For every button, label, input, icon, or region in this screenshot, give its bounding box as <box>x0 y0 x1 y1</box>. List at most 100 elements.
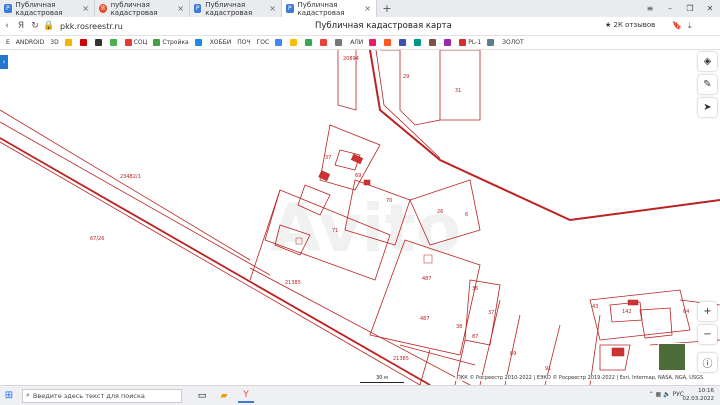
svg-text:87: 87 <box>472 334 478 340</box>
layers-button[interactable]: ◈ <box>698 52 717 71</box>
bookmark-item[interactable]: Стройка <box>153 39 189 46</box>
layers-icon: ◈ <box>703 56 712 67</box>
bookmark-item[interactable]: PL-1 <box>459 39 481 46</box>
tab-4-active[interactable]: P Публичная кадастровая × <box>282 0 377 17</box>
volume-icon[interactable]: 🔈 <box>663 391 670 398</box>
bookmark-item[interactable]: ЗОЛОТ <box>502 39 523 46</box>
rosreestr-icon: P <box>194 4 202 13</box>
bookmark-icon-item[interactable] <box>444 39 453 46</box>
page-title: Публичная кадастровая карта <box>315 21 452 31</box>
bookmark-icon-item[interactable] <box>384 39 393 46</box>
bookmark-icon-item[interactable] <box>399 39 408 46</box>
close-icon[interactable]: × <box>269 4 276 13</box>
tab-label: публичная кадастровая <box>110 0 158 17</box>
bookmark-icon-item[interactable] <box>79 39 89 46</box>
bookmark-icon-item[interactable] <box>369 39 378 46</box>
rosreestr-icon: P <box>286 4 294 13</box>
svg-text:37: 37 <box>325 155 331 161</box>
cadastral-map[interactable]: Avito 20894 29 31 37 69 70 26 6 71 23482… <box>0 50 720 385</box>
bookmark-icon-item[interactable] <box>64 39 74 46</box>
url-text[interactable]: pkk.rosreestr.ru <box>60 22 123 31</box>
chevron-up-icon[interactable]: ⌃ <box>649 391 654 398</box>
svg-text:91: 91 <box>545 366 551 372</box>
file-explorer-icon[interactable]: ▰ <box>216 389 232 403</box>
bookmark-icon-item[interactable] <box>414 39 423 46</box>
lock-icon: 🔒 <box>43 21 55 31</box>
info-button[interactable]: ⓘ <box>698 353 717 372</box>
svg-text:487: 487 <box>420 316 430 322</box>
task-view-icon[interactable]: ▭ <box>194 389 210 403</box>
ruler-icon: ✎ <box>703 79 712 90</box>
bookmark-icon-item[interactable] <box>194 39 204 46</box>
yandex-browser-icon[interactable]: Y <box>238 389 254 403</box>
bookmark-icon-item[interactable] <box>275 39 284 46</box>
measure-button[interactable]: ✎ <box>698 75 717 94</box>
taskbar-search-input[interactable]: ⌕ Введите здесь текст для поиска <box>22 388 182 403</box>
bookmark-icon-item[interactable] <box>487 39 496 46</box>
address-bar: ‹ Я ↻ 🔒 pkk.rosreestr.ru Публичная кадас… <box>0 17 720 36</box>
bookmark-icon[interactable]: 🔖 <box>672 21 682 30</box>
bookmark-icon-item[interactable] <box>429 39 438 46</box>
svg-text:20894: 20894 <box>343 56 359 62</box>
yandex-home-icon[interactable]: Я <box>14 21 28 31</box>
windows-start-icon[interactable]: ⊞ <box>0 390 18 401</box>
plus-icon: + <box>703 306 712 317</box>
maximize-icon[interactable]: ❐ <box>680 0 700 17</box>
svg-text:89: 89 <box>510 351 516 357</box>
close-icon[interactable]: × <box>82 4 89 13</box>
back-icon[interactable]: ‹ <box>0 21 14 31</box>
menu-icon[interactable]: ≡ <box>640 0 660 17</box>
tab-1[interactable]: P Публичная кадастровая × <box>0 0 95 17</box>
svg-text:67/26: 67/26 <box>90 236 104 242</box>
bookmark-icon-item[interactable] <box>335 39 344 46</box>
search-placeholder: Введите здесь текст для поиска <box>32 391 145 400</box>
zoom-out-button[interactable]: − <box>698 325 717 344</box>
svg-text:6: 6 <box>465 212 468 218</box>
tab-label: Публичная кадастровая <box>205 0 253 17</box>
close-window-icon[interactable]: ✕ <box>700 0 720 17</box>
svg-text:21385: 21385 <box>285 280 301 286</box>
map-copyright: ПКК © Росреестр 2010-2022 | ЕЭКО © Росре… <box>455 375 706 381</box>
new-tab-button[interactable]: + <box>377 2 397 15</box>
bookmark-item[interactable]: ANDROID <box>16 39 45 46</box>
minimize-icon[interactable]: – <box>660 0 680 17</box>
bookmark-item[interactable]: ХОББИ <box>210 39 232 46</box>
tab-label: Публичная кадастровая <box>15 0 63 17</box>
bookmark-icon-item[interactable] <box>290 39 299 46</box>
close-icon[interactable]: × <box>177 4 184 13</box>
download-icon[interactable]: ⤓ <box>688 21 692 31</box>
zoom-in-button[interactable]: + <box>698 302 717 321</box>
yandex-icon: Я <box>99 4 107 13</box>
bookmark-item[interactable]: СОЦ <box>124 39 147 46</box>
close-icon[interactable]: × <box>364 4 371 13</box>
svg-text:29: 29 <box>403 74 409 80</box>
network-icon[interactable]: ▦ <box>656 391 662 398</box>
svg-text:69: 69 <box>355 173 361 179</box>
bookmarks-bar: Е ANDROID 3D СОЦ Стройка ХОББИ ПОЧ ГОС А… <box>0 36 720 50</box>
clock[interactable]: 10:16 02.03.2022 <box>683 387 715 403</box>
refresh-icon[interactable]: ↻ <box>28 21 42 31</box>
parcel-layer[interactable]: 20894 29 31 37 69 70 26 6 71 23482/1 67/… <box>0 50 720 385</box>
bookmark-item[interactable]: ГОС <box>257 39 270 46</box>
bookmark-item[interactable]: Е <box>6 39 10 46</box>
locate-button[interactable]: ➤ <box>698 98 717 117</box>
tab-bar: P Публичная кадастровая × Я публичная ка… <box>0 0 720 17</box>
bookmark-icon-item[interactable] <box>109 39 119 46</box>
bookmark-icon-item[interactable] <box>320 39 329 46</box>
satellite-minimap[interactable] <box>658 343 686 371</box>
minus-icon: − <box>703 329 712 340</box>
bookmark-item[interactable]: 3D <box>50 39 58 46</box>
svg-text:71: 71 <box>332 228 338 234</box>
bookmark-icon-item[interactable] <box>94 39 104 46</box>
reviews-badge[interactable]: ★ 2К отзывов <box>605 21 655 29</box>
svg-text:21385: 21385 <box>393 356 409 362</box>
tab-3[interactable]: P Публичная кадастровая × <box>190 0 282 17</box>
info-icon: ⓘ <box>702 359 713 370</box>
bookmark-item[interactable]: АЛИ <box>350 39 363 46</box>
bookmark-icon-item[interactable] <box>305 39 314 46</box>
tab-2[interactable]: Я публичная кадастровая × <box>95 0 190 17</box>
sidebar-toggle-button[interactable]: › <box>0 55 8 69</box>
bookmark-item[interactable]: ПОЧ <box>237 39 250 46</box>
locate-icon: ➤ <box>703 102 712 113</box>
parcel-labels: 20894 29 31 37 69 70 26 6 71 23482/1 67/… <box>90 56 689 372</box>
